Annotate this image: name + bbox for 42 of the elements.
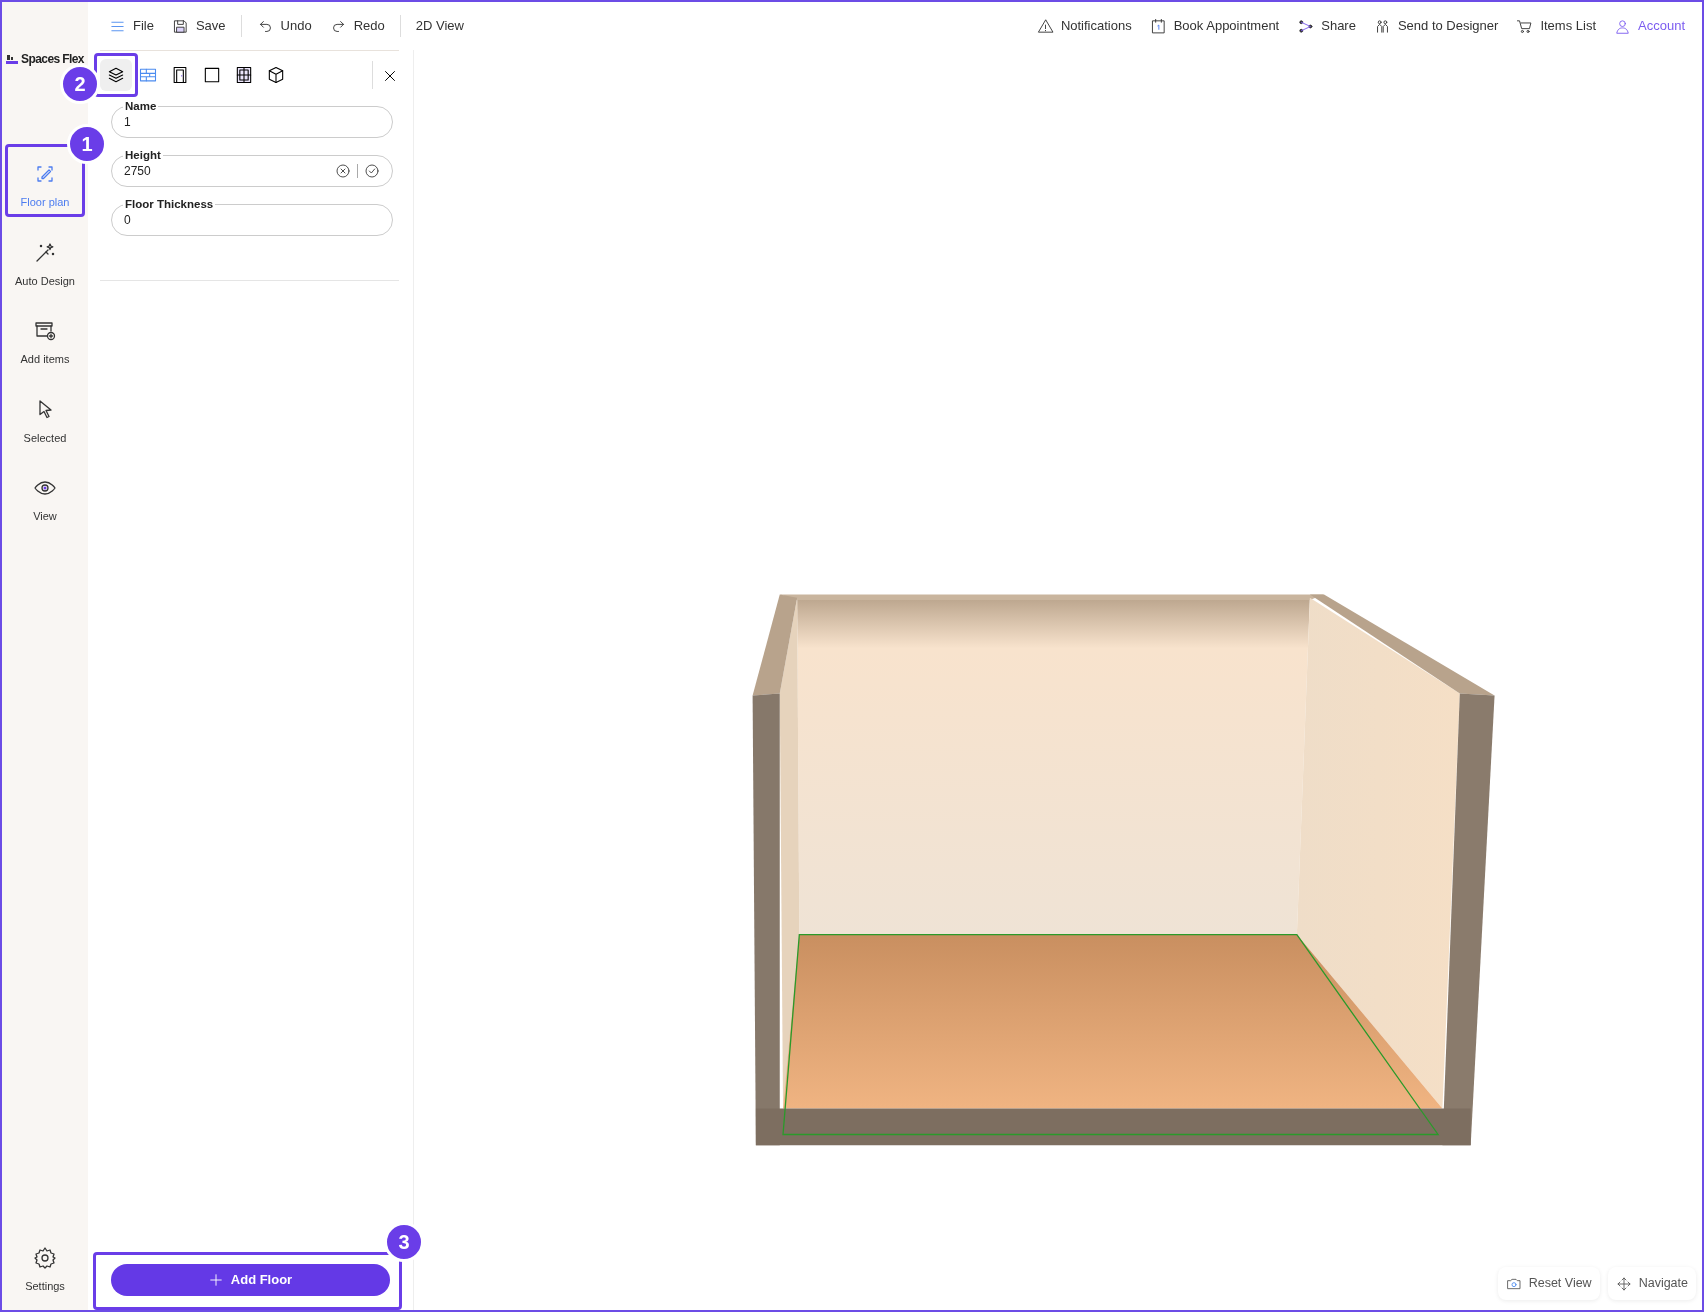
toolbar-button[interactable]: File <box>100 12 163 40</box>
add-floor-button[interactable]: Add Floor <box>111 1264 390 1296</box>
sidebar-item[interactable]: Add items <box>14 317 76 370</box>
save-icon <box>171 17 189 35</box>
window-icon <box>234 65 254 85</box>
clear-icon <box>335 163 351 179</box>
panel-tab[interactable] <box>100 59 132 91</box>
logo-icon <box>6 54 19 64</box>
sidebar-item[interactable]: Selected <box>14 395 76 448</box>
toolbar-button[interactable]: Notifications <box>1027 12 1141 40</box>
layers-icon <box>106 65 126 85</box>
toolbar-button[interactable]: Send to Designer <box>1364 12 1508 40</box>
toolbar-button[interactable]: Undo <box>247 12 321 40</box>
warning-icon <box>1036 17 1054 35</box>
user-icon <box>1614 17 1631 35</box>
square-icon <box>202 65 222 85</box>
field-label: Name <box>123 99 159 113</box>
toolbar-button[interactable]: Redo <box>320 12 394 40</box>
check-icon <box>364 163 380 179</box>
toolbar-button[interactable]: Share <box>1288 12 1365 40</box>
toolbar-button[interactable]: Items List <box>1507 12 1605 40</box>
calendar-icon <box>1149 17 1167 35</box>
viewport-button[interactable]: Navigate <box>1607 1267 1696 1300</box>
cube-icon <box>266 65 286 85</box>
toolbar-button[interactable]: 2D View <box>406 12 473 40</box>
sidebar-item[interactable]: View <box>14 474 76 527</box>
add-item-icon <box>33 319 57 343</box>
sidebar-item[interactable]: Auto Design <box>14 238 76 291</box>
field-label: Floor Thickness <box>123 197 216 211</box>
toolbar-button[interactable]: Book Appointment <box>1140 12 1289 40</box>
cart-icon <box>1516 17 1534 35</box>
field-label: Height <box>123 148 163 162</box>
step-number-badge: 3 <box>384 1222 424 1262</box>
toolbar-button[interactable]: Save <box>162 12 235 40</box>
share-icon <box>1297 17 1315 35</box>
plus-icon <box>208 1273 223 1287</box>
settings-icon <box>33 1245 57 1270</box>
toolbar-button[interactable]: Account <box>1605 12 1694 40</box>
move-icon <box>1615 1275 1632 1292</box>
step-number-badge: 1 <box>67 124 107 164</box>
viewport-button[interactable]: Reset View <box>1497 1267 1600 1300</box>
sidebar-item[interactable]: Settings <box>14 1243 76 1296</box>
